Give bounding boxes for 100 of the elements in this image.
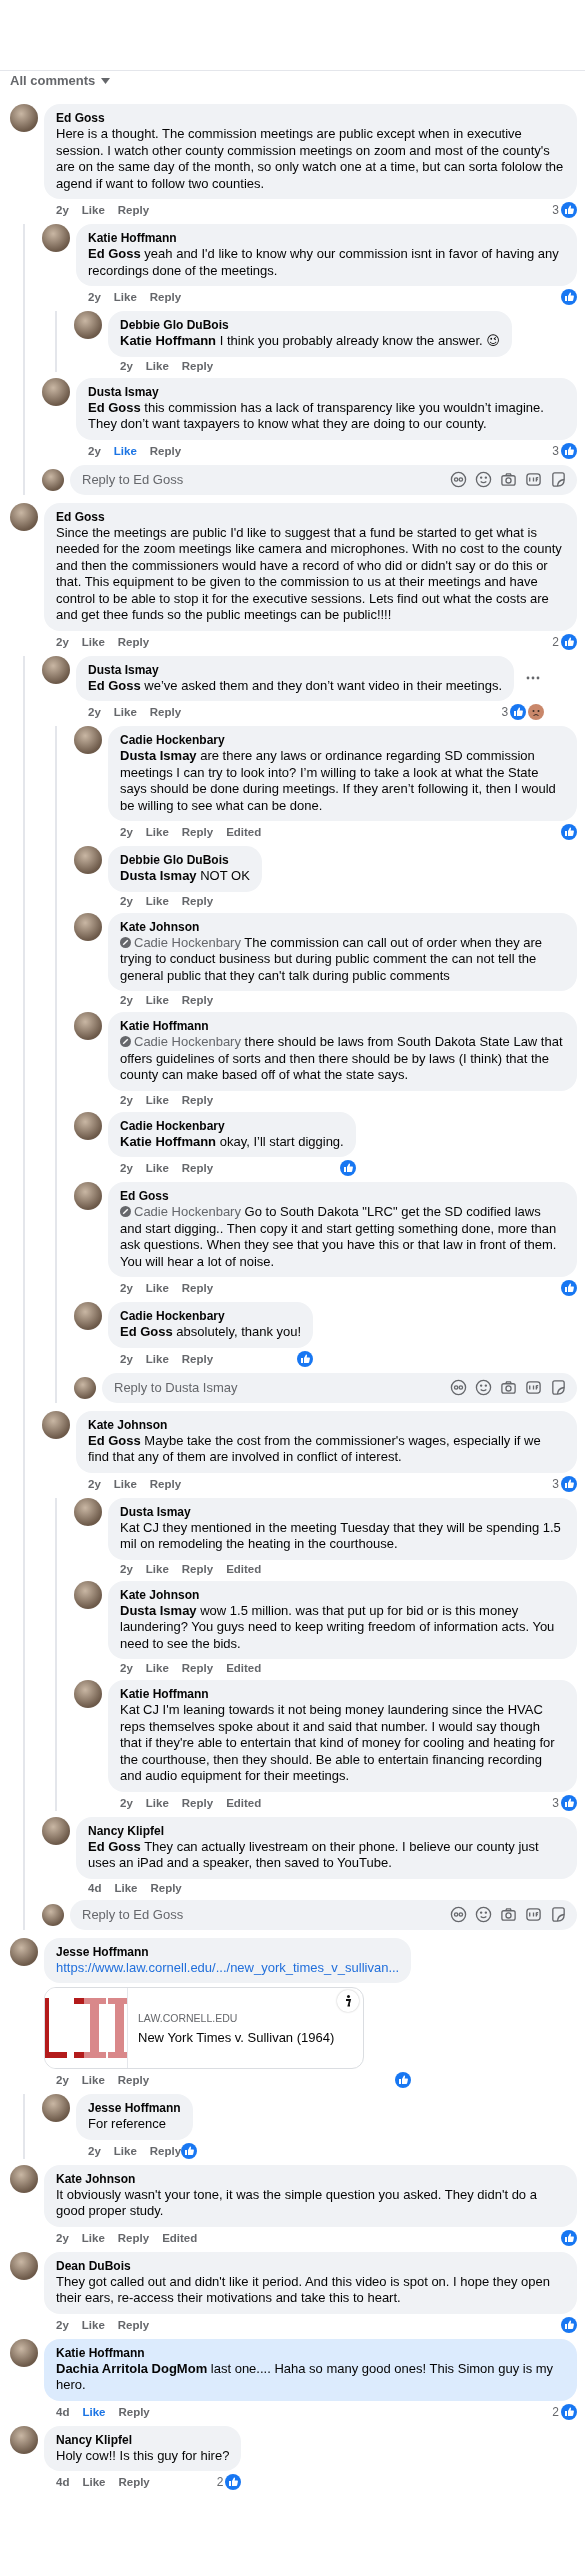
like-link[interactable]: Like [113,291,137,303]
camera-icon[interactable] [500,1905,517,1923]
author-name[interactable]: Jesse Hoffmann [56,1943,400,1960]
time-ago[interactable]: 2y [56,2074,69,2086]
reply-link[interactable]: Reply [117,2074,150,2086]
time-ago[interactable]: 2y [56,2231,69,2244]
smiley-icon[interactable] [475,1378,492,1396]
author-name[interactable]: Dusta Ismay [88,383,565,400]
like-link[interactable]: Like [113,1477,137,1490]
info-button[interactable] [337,1990,359,2012]
sticker-icon[interactable] [550,1378,567,1396]
like-link[interactable]: Like [145,994,169,1006]
reply-field[interactable]: Reply to Dusta Ismay [102,1372,577,1403]
time-ago[interactable]: 2y [120,1662,133,1674]
time-ago[interactable]: 2y [120,894,133,907]
time-ago[interactable]: 4d [56,2405,70,2418]
reply-link[interactable]: Reply [118,2476,150,2488]
like-link[interactable]: Like [145,1796,169,1809]
like-link[interactable]: Like [113,444,137,457]
reply-link[interactable]: Reply [149,706,182,718]
author-name[interactable]: Cadie Hockenbary [120,732,565,748]
like-link[interactable]: Like [145,1162,169,1174]
author-name[interactable]: Kate Johnson [120,1586,565,1603]
like-link[interactable]: Like [145,1282,169,1294]
author-name[interactable]: Katie Hoffmann [120,1018,565,1034]
reply-link[interactable]: Reply [149,1477,182,1490]
author-name[interactable]: Dean DuBois [56,2257,565,2274]
like-link[interactable]: Like [145,826,169,838]
tagged-name[interactable]: Cadie Hockenbary [134,934,241,950]
like-link[interactable]: Like [81,204,105,216]
link-preview-card[interactable]: LAW.CORNELL.EDU New York Times v. Sullivan (1964) [44,1987,364,2069]
time-ago[interactable]: 2y [120,1352,133,1365]
smiley-icon[interactable] [475,470,492,488]
author-name[interactable]: Ed Goss [56,110,565,126]
like-link[interactable]: Like [81,2231,105,2244]
author-name[interactable]: Katie Hoffmann [88,230,565,246]
like-link[interactable]: Like [145,1662,169,1674]
reply-field[interactable]: Reply to Ed Goss [70,464,577,495]
like-link[interactable]: Like [82,2476,106,2488]
like-link[interactable]: Like [145,1093,169,1106]
reply-link[interactable]: Reply [117,2318,150,2331]
author-name[interactable]: Katie Hoffmann [120,1686,565,1702]
like-link[interactable]: Like [81,2318,105,2331]
time-ago[interactable]: 2y [120,1562,133,1575]
reply-link[interactable]: Reply [181,1162,214,1174]
smiley-icon[interactable] [475,1905,492,1923]
reaction-count[interactable]: 3 [552,1476,559,1491]
reaction-count[interactable]: 2 [216,2475,224,2489]
like-link[interactable]: Like [113,706,137,718]
author-name[interactable]: Nancy Klipfel [56,2431,230,2448]
gif-icon[interactable] [525,1378,542,1396]
reaction-count[interactable]: 3 [552,1795,559,1810]
author-name[interactable]: Ed Goss [56,508,565,525]
avatar-sticker-icon[interactable] [450,1378,467,1396]
time-ago[interactable]: 2y [56,635,69,648]
time-ago[interactable]: 4d [56,2476,70,2488]
tagged-name[interactable]: Cadie Hockenbary [134,1034,241,1049]
reply-link[interactable]: Reply [181,1662,214,1674]
like-link[interactable]: Like [145,1352,169,1365]
author-name[interactable]: Dusta Ismay [120,1503,565,1520]
author-name[interactable]: Jesse Hoffmann [88,2100,181,2116]
reply-link[interactable]: Reply [181,826,214,838]
camera-icon[interactable] [500,1378,517,1396]
like-link[interactable]: Like [82,2405,106,2418]
reply-link[interactable]: Reply [149,2144,182,2157]
time-ago[interactable]: 2y [88,706,101,718]
reply-link[interactable]: Reply [181,1352,214,1365]
time-ago[interactable]: 2y [88,444,101,457]
author-name[interactable]: Kate Johnson [88,1416,565,1433]
gif-icon[interactable] [525,1905,542,1923]
reaction-count[interactable]: 2 [552,2404,559,2419]
author-name[interactable]: Debbie Glo DuBois [120,852,250,868]
like-link[interactable]: Like [145,1562,169,1575]
time-ago[interactable]: 2y [56,204,69,216]
reply-link[interactable]: Reply [181,359,214,372]
author-name[interactable]: Debbie Glo DuBois [120,317,500,333]
author-name[interactable]: Dusta Ismay [88,661,503,678]
reaction-count[interactable]: 3 [501,705,509,719]
time-ago[interactable]: 2y [88,291,101,303]
like-link[interactable]: Like [114,1881,138,1894]
reply-link[interactable]: Reply [149,444,182,457]
reaction-count[interactable]: 2 [552,634,559,649]
time-ago[interactable]: 2y [120,1093,133,1106]
reaction-count[interactable]: 3 [552,203,559,217]
time-ago[interactable]: 4d [88,1881,102,1894]
like-link[interactable]: Like [145,359,169,372]
author-name[interactable]: Cadie Hockenbary [120,1308,302,1324]
like-link[interactable]: Like [81,635,105,648]
time-ago[interactable]: 2y [120,359,133,372]
reply-link[interactable]: Reply [117,2231,150,2244]
camera-icon[interactable] [500,470,517,488]
avatar-sticker-icon[interactable] [450,470,467,488]
like-link[interactable]: Like [81,2074,105,2086]
sticker-icon[interactable] [550,470,567,488]
tagged-name[interactable]: Cadie Hockenbary [134,1204,241,1219]
reply-link[interactable]: Reply [181,1562,214,1575]
author-name[interactable]: Kate Johnson [56,2170,565,2187]
author-name[interactable]: Kate Johnson [120,918,565,935]
reply-link[interactable]: Reply [181,994,214,1006]
reply-link[interactable]: Reply [117,204,150,216]
